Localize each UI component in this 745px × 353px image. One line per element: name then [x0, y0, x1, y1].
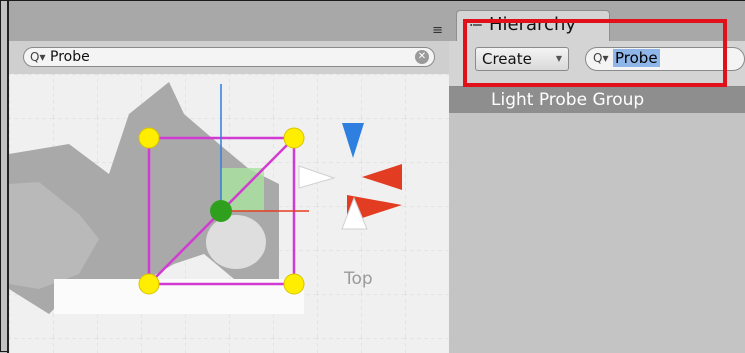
view-label: Top: [343, 269, 373, 289]
pivot-handle[interactable]: [210, 200, 232, 222]
annotation-highlight: [463, 19, 727, 87]
scene-search-input[interactable]: Q▾ Probe ✕: [23, 47, 435, 67]
editor-window: ≡ Q▾ Probe ✕ Top ≔ Hierarchy Create ▼ Q▾…: [0, 0, 745, 353]
hierarchy-list: Light Probe Group: [449, 87, 745, 353]
scene-search-text: Probe: [50, 49, 90, 65]
scene-viewport[interactable]: Top: [9, 74, 449, 353]
search-dropdown-icon[interactable]: Q▾: [30, 50, 45, 64]
panel-menu-icon[interactable]: ≡: [432, 23, 443, 38]
light-probe[interactable]: [283, 273, 305, 295]
light-probe[interactable]: [138, 273, 160, 295]
scene-canvas[interactable]: Top: [9, 74, 449, 353]
list-item-label: Light Probe Group: [491, 90, 645, 110]
scene-panel: ≡ Q▾ Probe ✕ Top: [7, 1, 449, 353]
scene-tab-strip: ≡: [9, 1, 449, 41]
probe-sphere: [206, 215, 266, 269]
scene-toolbar: Q▾ Probe ✕: [9, 41, 449, 75]
list-item[interactable]: Light Probe Group: [449, 87, 745, 113]
clear-icon[interactable]: ✕: [415, 50, 429, 64]
light-probe[interactable]: [283, 127, 305, 149]
light-probe[interactable]: [138, 127, 160, 149]
